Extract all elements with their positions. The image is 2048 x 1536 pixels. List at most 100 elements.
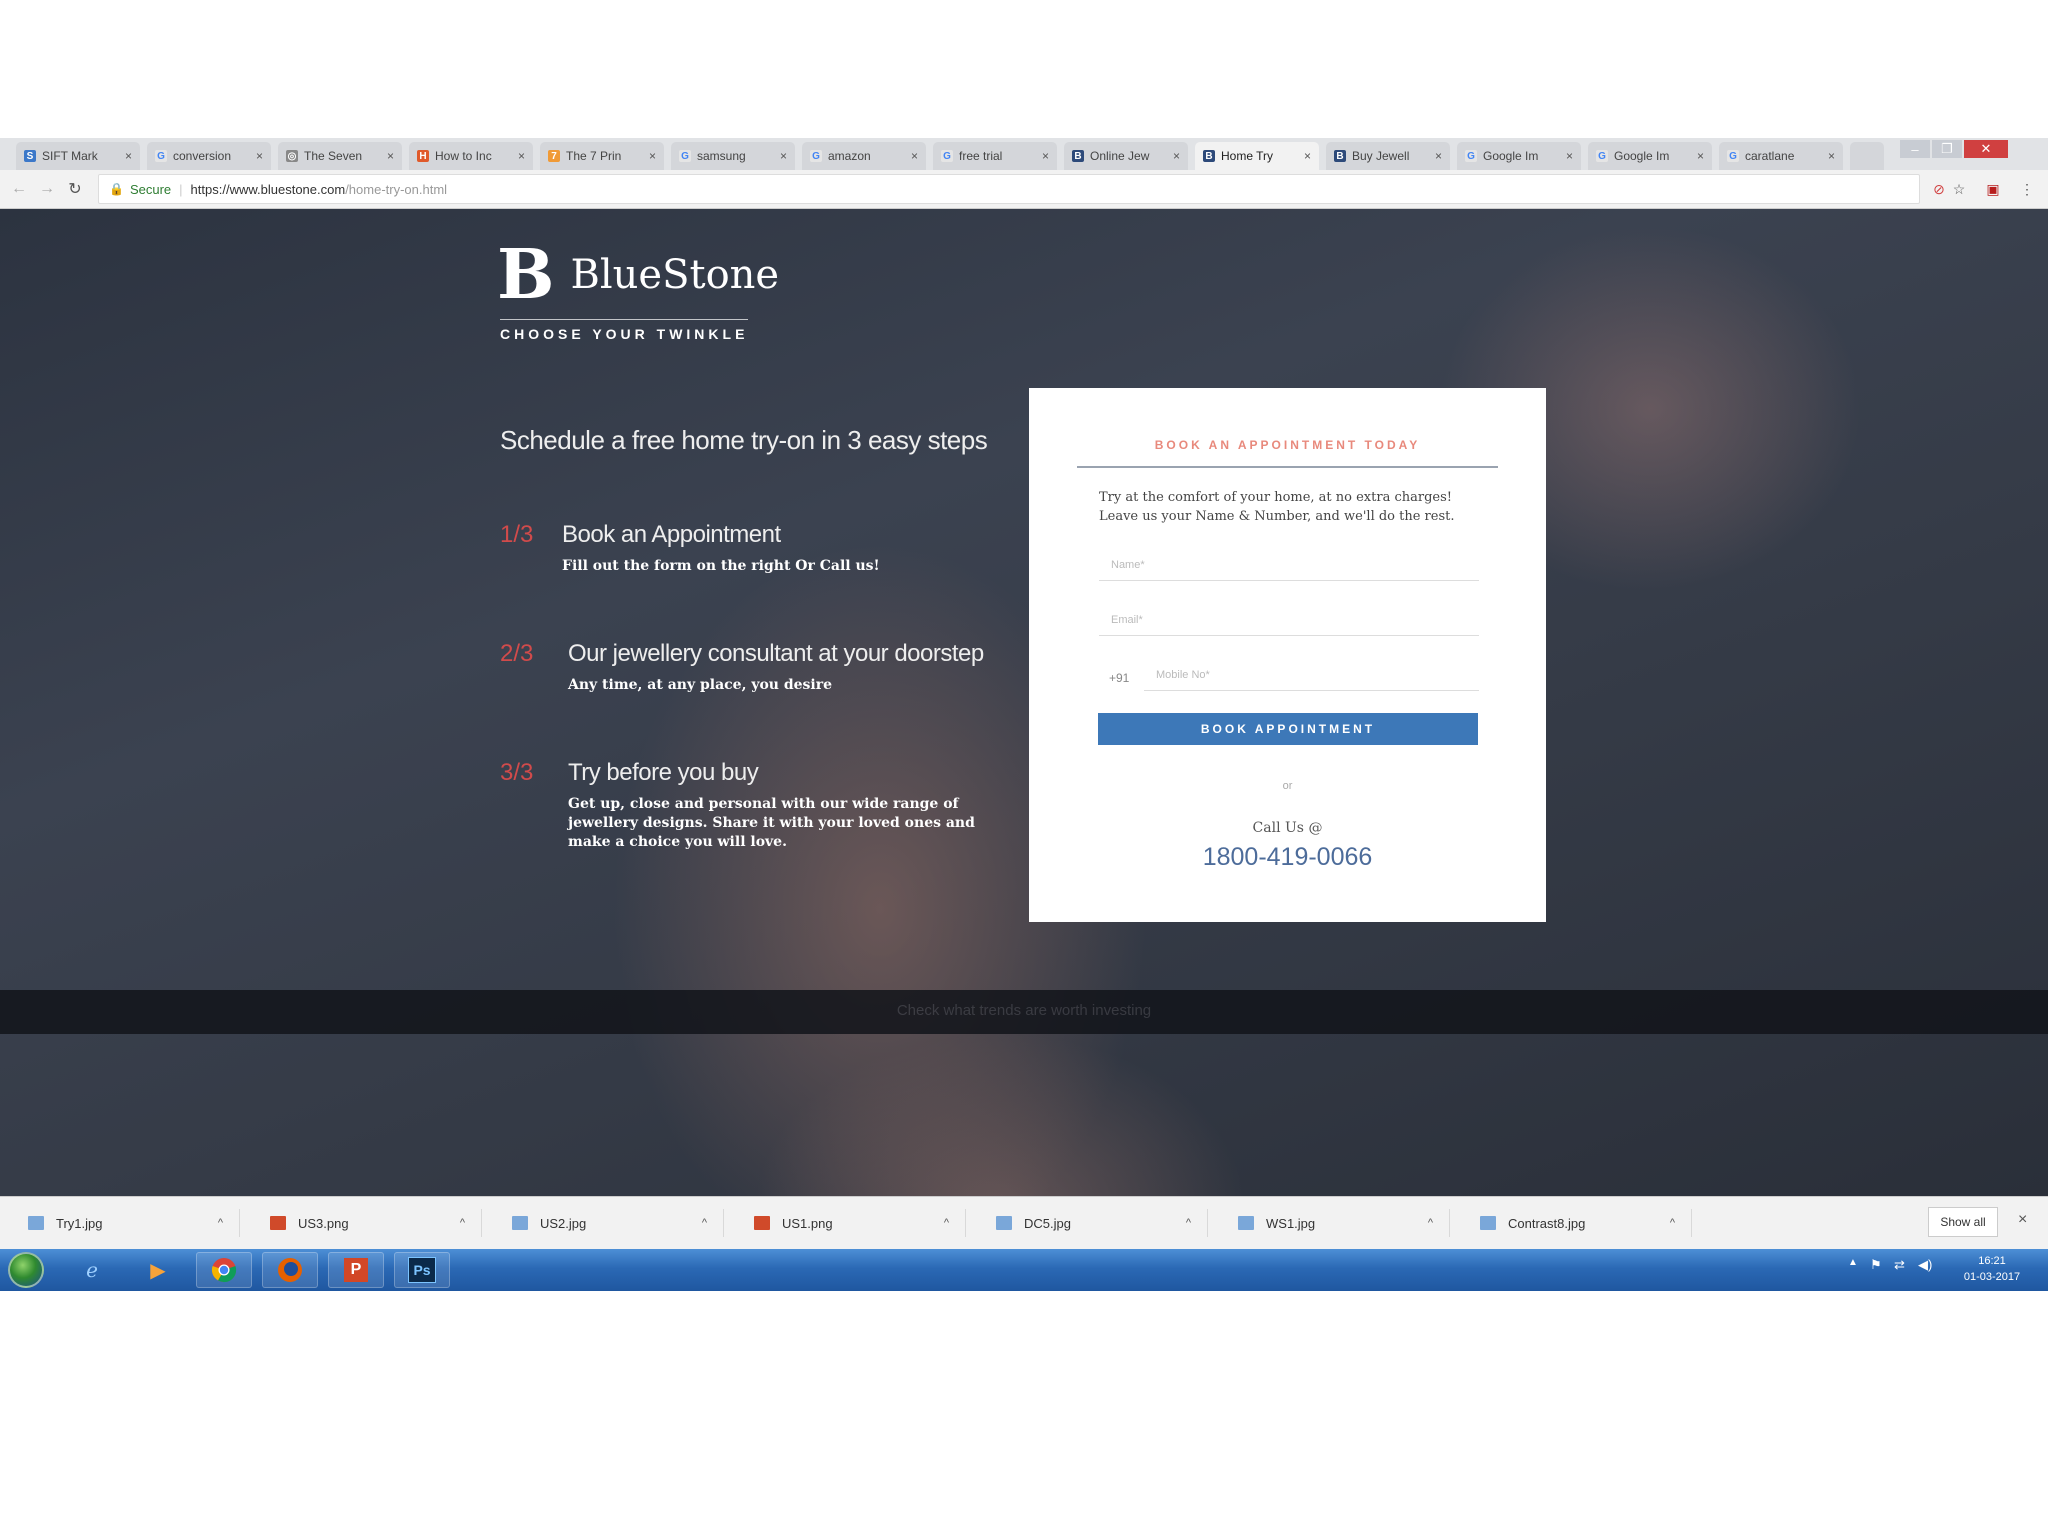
download-filename: US3.png: [298, 1215, 349, 1231]
chevron-up-icon[interactable]: ^: [218, 1217, 223, 1229]
bluestone-logo[interactable]: B BlueStone: [497, 241, 779, 309]
file-icon: [1480, 1216, 1496, 1230]
chevron-up-icon[interactable]: ^: [944, 1217, 949, 1229]
step-number: 2/3: [500, 640, 534, 667]
tab-favicon-icon: B: [1072, 150, 1084, 162]
close-shelf-icon[interactable]: ×: [2018, 1211, 2027, 1229]
tab-close-icon[interactable]: ×: [1566, 149, 1573, 163]
form-title: BOOK AN APPOINTMENT TODAY: [1154, 438, 1421, 452]
tab-close-icon[interactable]: ×: [1042, 149, 1049, 163]
translate-icon[interactable]: ⊘: [1930, 180, 1948, 198]
chevron-up-icon[interactable]: ^: [1670, 1217, 1675, 1229]
chevron-up-icon[interactable]: ^: [460, 1217, 465, 1229]
tab-close-icon[interactable]: ×: [1828, 149, 1835, 163]
tab-close-icon[interactable]: ×: [649, 149, 656, 163]
download-item[interactable]: US1.png ^: [734, 1209, 966, 1237]
browser-tab[interactable]: G Google Im ×: [1588, 142, 1712, 170]
chevron-up-icon[interactable]: ^: [702, 1217, 707, 1229]
download-item[interactable]: US2.jpg ^: [492, 1209, 724, 1237]
email-input[interactable]: [1099, 614, 1479, 626]
browser-tab[interactable]: G Google Im ×: [1457, 142, 1581, 170]
browser-tab[interactable]: Gamazon ×: [802, 142, 926, 170]
browser-tab[interactable]: H How to Inc ×: [409, 142, 533, 170]
tab-close-icon[interactable]: ×: [911, 149, 918, 163]
browser-tab[interactable]: Gcaratlane ×: [1719, 142, 1843, 170]
minimize-button[interactable]: –: [1900, 140, 1930, 158]
tab-close-icon[interactable]: ×: [387, 149, 394, 163]
url-separator: |: [179, 181, 183, 197]
back-icon[interactable]: ←: [8, 178, 30, 200]
mobile-input[interactable]: [1144, 669, 1479, 681]
reload-icon[interactable]: ↻: [64, 178, 86, 200]
browser-tab[interactable]: S SIFT Mark ×: [16, 142, 140, 170]
show-hidden-icons[interactable]: ▲: [1848, 1257, 1858, 1268]
download-filename: WS1.jpg: [1266, 1215, 1316, 1231]
book-appointment-button[interactable]: BOOK APPOINTMENT: [1098, 713, 1478, 745]
tab-label: Buy Jewell: [1352, 149, 1410, 163]
appointment-form-card: BOOK AN APPOINTMENT TODAY Try at the com…: [1029, 388, 1546, 922]
tab-close-icon[interactable]: ×: [518, 149, 525, 163]
maximize-button[interactable]: ❐: [1932, 140, 1962, 158]
tab-favicon-icon: G: [810, 150, 822, 162]
tab-favicon-icon: G: [1727, 150, 1739, 162]
start-button[interactable]: [8, 1252, 44, 1288]
tab-close-icon[interactable]: ×: [1173, 149, 1180, 163]
browser-tab[interactable]: B Buy Jewell ×: [1326, 142, 1450, 170]
url-field[interactable]: 🔒 Secure | https://www.bluestone.com/hom…: [98, 174, 1920, 204]
download-item[interactable]: WS1.jpg ^: [1218, 1209, 1450, 1237]
tab-close-icon[interactable]: ×: [125, 149, 132, 163]
chevron-up-icon[interactable]: ^: [1186, 1217, 1191, 1229]
download-item[interactable]: DC5.jpg ^: [976, 1209, 1208, 1237]
ie-icon[interactable]: ℯ: [64, 1252, 120, 1288]
browser-tab[interactable]: 7 The 7 Prin ×: [540, 142, 664, 170]
file-icon: [1238, 1216, 1254, 1230]
browser-tab[interactable]: B Home Try ×: [1195, 142, 1319, 170]
powerpoint-icon[interactable]: P: [328, 1252, 384, 1288]
tab-favicon-icon: G: [679, 150, 691, 162]
secure-label: Secure: [129, 181, 172, 197]
tab-favicon-icon: G: [1596, 150, 1608, 162]
name-field-wrapper: [1099, 550, 1479, 581]
photoshop-icon[interactable]: Ps: [394, 1252, 450, 1288]
chrome-icon[interactable]: [196, 1252, 252, 1288]
file-icon: [512, 1216, 528, 1230]
browser-tab[interactable]: ◎ The Seven ×: [278, 142, 402, 170]
close-window-button[interactable]: ✕: [1964, 140, 2008, 158]
tab-close-icon[interactable]: ×: [1435, 149, 1442, 163]
powerpoint-label: P: [344, 1258, 368, 1282]
menu-icon[interactable]: ⋮: [2018, 180, 2036, 198]
tab-close-icon[interactable]: ×: [256, 149, 263, 163]
media-player-icon[interactable]: ▶: [130, 1252, 186, 1288]
name-input[interactable]: [1099, 559, 1479, 571]
firefox-icon[interactable]: [262, 1252, 318, 1288]
step-number: 3/3: [500, 759, 534, 786]
pdf-extension-icon[interactable]: ▣: [1984, 180, 2002, 198]
tab-label: The Seven: [304, 149, 363, 163]
tab-label: amazon: [828, 149, 871, 163]
action-center-flag-icon[interactable]: ⚑: [1870, 1257, 1882, 1273]
download-filename: Contrast8.jpg: [1508, 1215, 1586, 1231]
chevron-up-icon[interactable]: ^: [1428, 1217, 1433, 1229]
volume-icon[interactable]: ◀): [1918, 1257, 1932, 1273]
system-clock[interactable]: 16:21 01-03-2017: [1952, 1253, 2032, 1285]
phone-number-link[interactable]: 1800-419-0066: [1029, 843, 1546, 872]
tab-close-icon[interactable]: ×: [1697, 149, 1704, 163]
forward-icon[interactable]: →: [36, 178, 58, 200]
browser-tab[interactable]: Gsamsung ×: [671, 142, 795, 170]
network-icon[interactable]: ⇄: [1894, 1257, 1905, 1273]
tab-close-icon[interactable]: ×: [780, 149, 787, 163]
show-all-downloads-button[interactable]: Show all: [1928, 1207, 1998, 1237]
step-description: Get up, close and personal with our wide…: [568, 796, 975, 850]
tab-close-icon[interactable]: ×: [1304, 149, 1311, 163]
new-tab-button[interactable]: [1850, 142, 1884, 170]
or-separator: or: [1282, 780, 1293, 792]
download-item[interactable]: Try1.jpg ^: [8, 1209, 240, 1237]
tab-label: How to Inc: [435, 149, 492, 163]
download-item[interactable]: Contrast8.jpg ^: [1460, 1209, 1692, 1237]
star-icon[interactable]: ☆: [1950, 180, 1968, 198]
browser-tab[interactable]: Gconversion ×: [147, 142, 271, 170]
browser-tab[interactable]: B Online Jew ×: [1064, 142, 1188, 170]
download-item[interactable]: US3.png ^: [250, 1209, 482, 1237]
browser-tab[interactable]: Gfree trial ×: [933, 142, 1057, 170]
step-title: Book an Appointment: [562, 521, 781, 548]
